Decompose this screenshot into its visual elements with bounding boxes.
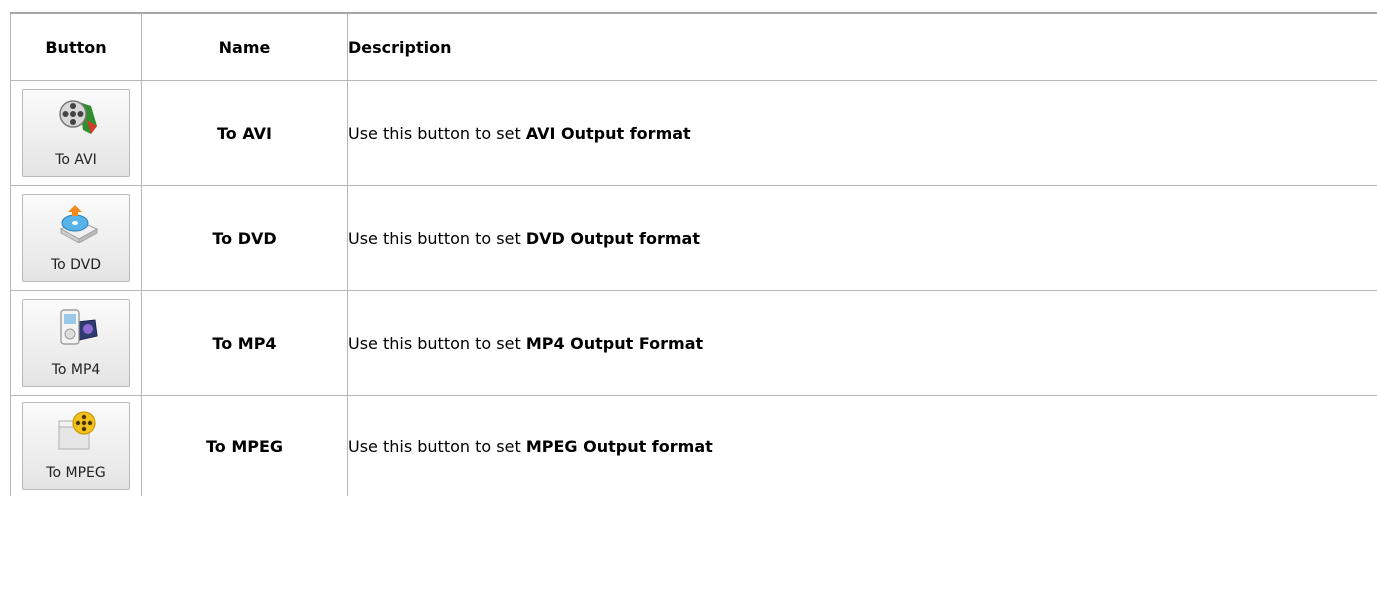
description-text: Use this button to set xyxy=(348,228,526,248)
button-label: To AVI xyxy=(55,152,97,168)
to-mp4-button[interactable]: To MP4 xyxy=(22,299,130,387)
description-text: Use this button to set xyxy=(348,123,526,143)
name-cell: To DVD xyxy=(141,185,348,291)
name-cell: To MPEG xyxy=(141,395,348,496)
description-format: MP4 Output Format xyxy=(525,333,704,353)
description-cell: Use this button to set MP4 Output Format xyxy=(347,290,1377,396)
header-description: Description xyxy=(347,12,1377,81)
description-cell: Use this button to set MPEG Output forma… xyxy=(347,395,1377,496)
description-cell: Use this button to set DVD Output format xyxy=(347,185,1377,291)
to-dvd-button[interactable]: To DVD xyxy=(22,194,130,282)
description-cell: Use this button to set AVI Output format xyxy=(347,80,1377,186)
description-format: MPEG Output format xyxy=(525,436,713,456)
mpeg-folder-icon xyxy=(58,411,96,450)
header-name: Name xyxy=(141,12,348,81)
button-cell: To AVI xyxy=(10,80,142,186)
description-text: Use this button to set xyxy=(348,436,526,456)
description-format: DVD Output format xyxy=(525,228,700,248)
mp4-player-icon xyxy=(60,309,98,345)
table-row: To MP4 To MP4 Use this button to set MP4… xyxy=(10,290,1377,396)
buttons-table: Button Name Description To AVI To AVI Us… xyxy=(10,12,1377,496)
button-label: To DVD xyxy=(50,257,102,273)
to-mpeg-button[interactable]: To MPEG xyxy=(22,402,130,490)
table-row: To AVI To AVI Use this button to set AVI… xyxy=(10,80,1377,186)
table-row: To MPEG To MPEG Use this button to set M… xyxy=(10,395,1377,496)
button-cell: To MP4 xyxy=(10,290,142,396)
header-row: Button Name Description xyxy=(10,12,1377,81)
to-avi-button[interactable]: To AVI xyxy=(22,89,130,177)
button-label: To MPEG xyxy=(46,465,106,481)
film-reel-icon xyxy=(59,100,97,134)
dvd-drive-icon xyxy=(59,205,99,243)
name-cell: To AVI xyxy=(141,80,348,186)
table-row: To DVD To DVD Use this button to set DVD… xyxy=(10,185,1377,291)
header-button: Button xyxy=(10,12,142,81)
button-cell: To MPEG xyxy=(10,395,142,496)
description-text: Use this button to set xyxy=(348,333,526,353)
button-label: To MP4 xyxy=(51,362,101,378)
name-cell: To MP4 xyxy=(141,290,348,396)
description-format: AVI Output format xyxy=(525,123,691,143)
button-cell: To DVD xyxy=(10,185,142,291)
